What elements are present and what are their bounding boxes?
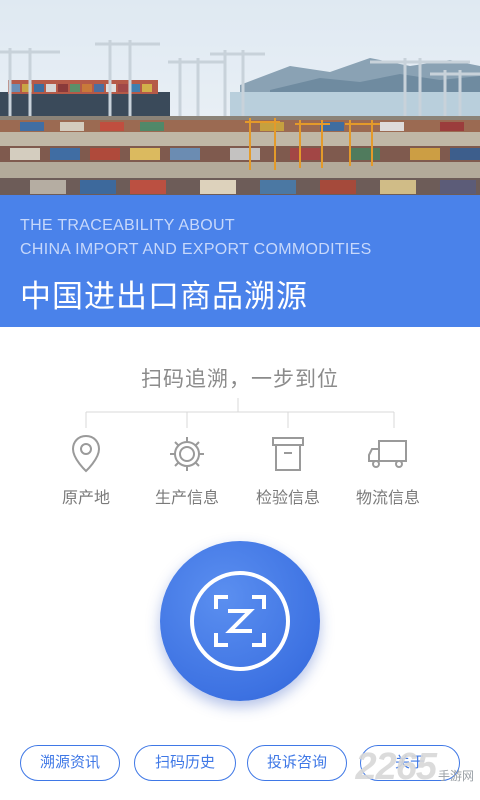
connector-lines — [85, 398, 395, 428]
truck-icon — [338, 432, 438, 476]
feature-label: 检验信息 — [255, 488, 320, 507]
location-pin-icon — [36, 432, 136, 476]
news-button[interactable]: 溯源资讯 — [20, 745, 120, 781]
app-title: 中国进出口商品溯源 — [20, 279, 308, 315]
scan-history-button[interactable]: 扫码历史 — [134, 745, 236, 781]
feature-label: 生产信息 — [154, 488, 219, 507]
watermark-site: 手游网 — [437, 769, 474, 783]
feature-label: 物流信息 — [355, 488, 420, 507]
english-subtitle-line2: CHINA IMPORT AND EXPORT COMMODITIES — [20, 241, 372, 258]
archive-box-icon — [238, 432, 338, 476]
title-banner: THE TRACEABILITY ABOUT CHINA IMPORT AND … — [0, 195, 480, 327]
hero-port-image — [0, 0, 480, 195]
slogan: 扫码追溯，一步到位 — [141, 367, 339, 391]
english-subtitle-line1: THE TRACEABILITY ABOUT — [20, 217, 235, 234]
watermark-logo: 2265 手游网 — [355, 746, 474, 789]
gear-icon — [137, 432, 237, 476]
feature-logistics[interactable]: 物流信息 — [338, 432, 438, 508]
complaint-button[interactable]: 投诉咨询 — [247, 745, 347, 781]
feature-origin[interactable]: 原产地 — [36, 432, 136, 508]
scan-z-icon — [214, 595, 266, 647]
feature-production[interactable]: 生产信息 — [137, 432, 237, 508]
scan-button[interactable] — [160, 541, 320, 701]
feature-inspection[interactable]: 检验信息 — [238, 432, 338, 508]
feature-label: 原产地 — [61, 488, 110, 507]
watermark-number: 2265 — [355, 746, 437, 788]
